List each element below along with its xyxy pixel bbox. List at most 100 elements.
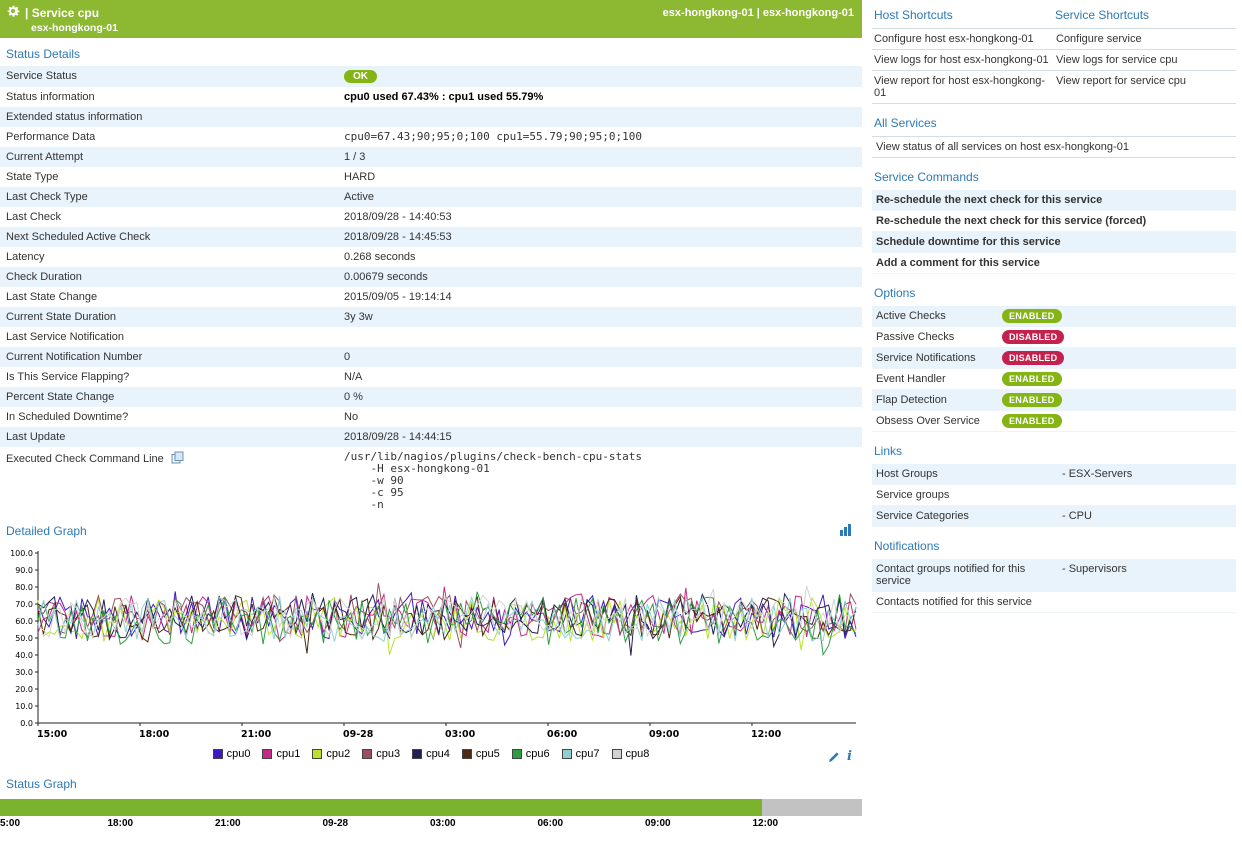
status-graph-tick-label: 09-28 [323, 818, 349, 829]
status-graph-tick-label: 12:00 [753, 818, 779, 829]
status-row: Performance Datacpu0=67.43;90;95;0;100 c… [0, 127, 862, 147]
service-shortcut-link[interactable]: View logs for service cpu [1054, 50, 1236, 70]
option-row[interactable]: Active ChecksENABLED [872, 306, 1236, 327]
all-services-link[interactable]: View status of all services on host esx-… [872, 136, 1236, 158]
legend-swatch [362, 749, 372, 759]
svg-text:0.0: 0.0 [20, 719, 33, 728]
status-row-value: 0 % [338, 387, 862, 407]
legend-item: cpu1 [262, 748, 300, 760]
status-graph-tick-label: 06:00 [538, 818, 564, 829]
status-row: Last Check2018/09/28 - 14:40:53 [0, 207, 862, 227]
page: | Service cpu esx-hongkong-01 esx-hongko… [0, 0, 1242, 831]
legend-item: cpu7 [562, 748, 600, 760]
status-graph-tick-label: 5:00 [0, 818, 20, 829]
status-row-value: cpu0=67.43;90;95;0;100 cpu1=55.79;90;95;… [338, 127, 862, 147]
edit-graph-icon[interactable] [828, 751, 840, 763]
svg-text:100.0: 100.0 [10, 549, 33, 558]
status-row: Current Attempt1 / 3 [0, 147, 862, 167]
svg-text:60.0: 60.0 [15, 617, 33, 626]
status-row: Extended status information [0, 107, 862, 127]
status-row-value: /usr/lib/nagios/plugins/check-bench-cpu-… [338, 447, 862, 515]
svg-text:10.0: 10.0 [15, 702, 33, 711]
host-breadcrumb[interactable]: esx-hongkong-01 | esx-hongkong-01 [663, 7, 854, 19]
status-row-label: Last Check Type [0, 187, 338, 207]
service-command-link[interactable]: Add a comment for this service [872, 253, 1236, 274]
svg-text:15:00: 15:00 [37, 729, 68, 740]
legend-swatch [612, 749, 622, 759]
status-row-label: Extended status information [0, 107, 338, 127]
shortcut-row: Configure host esx-hongkong-01Configure … [872, 29, 1236, 50]
svg-text:03:00: 03:00 [445, 729, 476, 740]
option-row[interactable]: Obsess Over ServiceENABLED [872, 411, 1236, 432]
notification-label: Contacts notified for this service [876, 596, 1062, 608]
legend-swatch [262, 749, 272, 759]
link-label: Service groups [876, 489, 1062, 501]
host-shortcut-link[interactable]: Configure host esx-hongkong-01 [872, 29, 1054, 49]
option-state-badge: ENABLED [1002, 414, 1062, 428]
service-command-link[interactable]: Re-schedule the next check for this serv… [872, 211, 1236, 232]
option-row[interactable]: Event HandlerENABLED [872, 369, 1236, 390]
link-value[interactable]: - ESX-Servers [1062, 468, 1132, 480]
copy-command-icon[interactable] [171, 451, 184, 464]
bar-chart-icon[interactable] [839, 523, 852, 536]
status-row: Current State Duration3y 3w [0, 307, 862, 327]
option-state-badge: DISABLED [1002, 351, 1064, 365]
legend-item: cpu0 [213, 748, 251, 760]
status-row: Current Notification Number0 [0, 347, 862, 367]
status-row-label: Service Status [0, 66, 338, 87]
notifications-heading: Notifications [874, 539, 1236, 553]
shortcut-row: View logs for host esx-hongkong-01View l… [872, 50, 1236, 71]
links-heading: Links [874, 444, 1236, 458]
service-status-badge: OK [344, 70, 377, 83]
legend-swatch [312, 749, 322, 759]
status-details-heading: Status Details [0, 38, 862, 66]
option-label: Active Checks [876, 310, 1002, 322]
notification-value[interactable]: - Supervisors [1062, 563, 1127, 587]
page-title: | Service cpu [25, 6, 99, 20]
legend-label: cpu4 [426, 748, 450, 760]
host-shortcut-link[interactable]: View logs for host esx-hongkong-01 [872, 50, 1054, 70]
option-label: Obsess Over Service [876, 415, 1002, 427]
legend-swatch [462, 749, 472, 759]
info-icon[interactable]: i [847, 749, 852, 764]
status-row: Last Update2018/09/28 - 14:44:15 [0, 427, 862, 447]
status-graph: 5:0018:0021:0009-2803:0006:0009:0012:00 [0, 799, 862, 831]
link-value[interactable]: - CPU [1062, 510, 1092, 522]
left-column: | Service cpu esx-hongkong-01 esx-hongko… [0, 0, 862, 831]
legend-item: cpu5 [462, 748, 500, 760]
notification-label: Contact groups notified for this service [876, 563, 1062, 587]
option-row[interactable]: Flap DetectionENABLED [872, 390, 1236, 411]
option-label: Event Handler [876, 373, 1002, 385]
status-row-label: Last Service Notification [0, 327, 338, 347]
status-row-value: OK [338, 66, 862, 87]
legend-label: cpu5 [476, 748, 500, 760]
host-shortcut-link[interactable]: View report for host esx-hongkong-01 [872, 71, 1054, 103]
status-row-value: cpu0 used 67.43% : cpu1 used 55.79% [338, 87, 862, 107]
legend-item: cpu4 [412, 748, 450, 760]
status-row: Is This Service Flapping?N/A [0, 367, 862, 387]
status-row-label: Next Scheduled Active Check [0, 227, 338, 247]
status-graph-tick-label: 18:00 [108, 818, 134, 829]
status-graph-heading: Status Graph [0, 768, 862, 796]
legend-swatch [562, 749, 572, 759]
status-row: Last Service Notification [0, 327, 862, 347]
detailed-graph-heading: Detailed Graph [0, 515, 87, 543]
service-shortcut-link[interactable]: View report for service cpu [1054, 71, 1236, 103]
host-subtitle[interactable]: esx-hongkong-01 [31, 22, 118, 34]
service-command-link[interactable]: Schedule downtime for this service [872, 232, 1236, 253]
status-details-table: Service StatusOKStatus informationcpu0 u… [0, 66, 862, 515]
option-row[interactable]: Passive ChecksDISABLED [872, 327, 1236, 348]
gear-icon[interactable] [5, 3, 21, 19]
service-command-link[interactable]: Re-schedule the next check for this serv… [872, 190, 1236, 211]
svg-text:30.0: 30.0 [15, 668, 33, 677]
option-state-badge: ENABLED [1002, 393, 1062, 407]
svg-text:90.0: 90.0 [15, 566, 33, 575]
legend-label: cpu2 [326, 748, 350, 760]
service-shortcut-link[interactable]: Configure service [1054, 29, 1236, 49]
status-row-value [338, 327, 862, 347]
legend-item: cpu8 [612, 748, 650, 760]
option-label: Service Notifications [876, 352, 1002, 364]
status-row-value: 2015/09/05 - 19:14:14 [338, 287, 862, 307]
legend-item: cpu2 [312, 748, 350, 760]
option-row[interactable]: Service NotificationsDISABLED [872, 348, 1236, 369]
